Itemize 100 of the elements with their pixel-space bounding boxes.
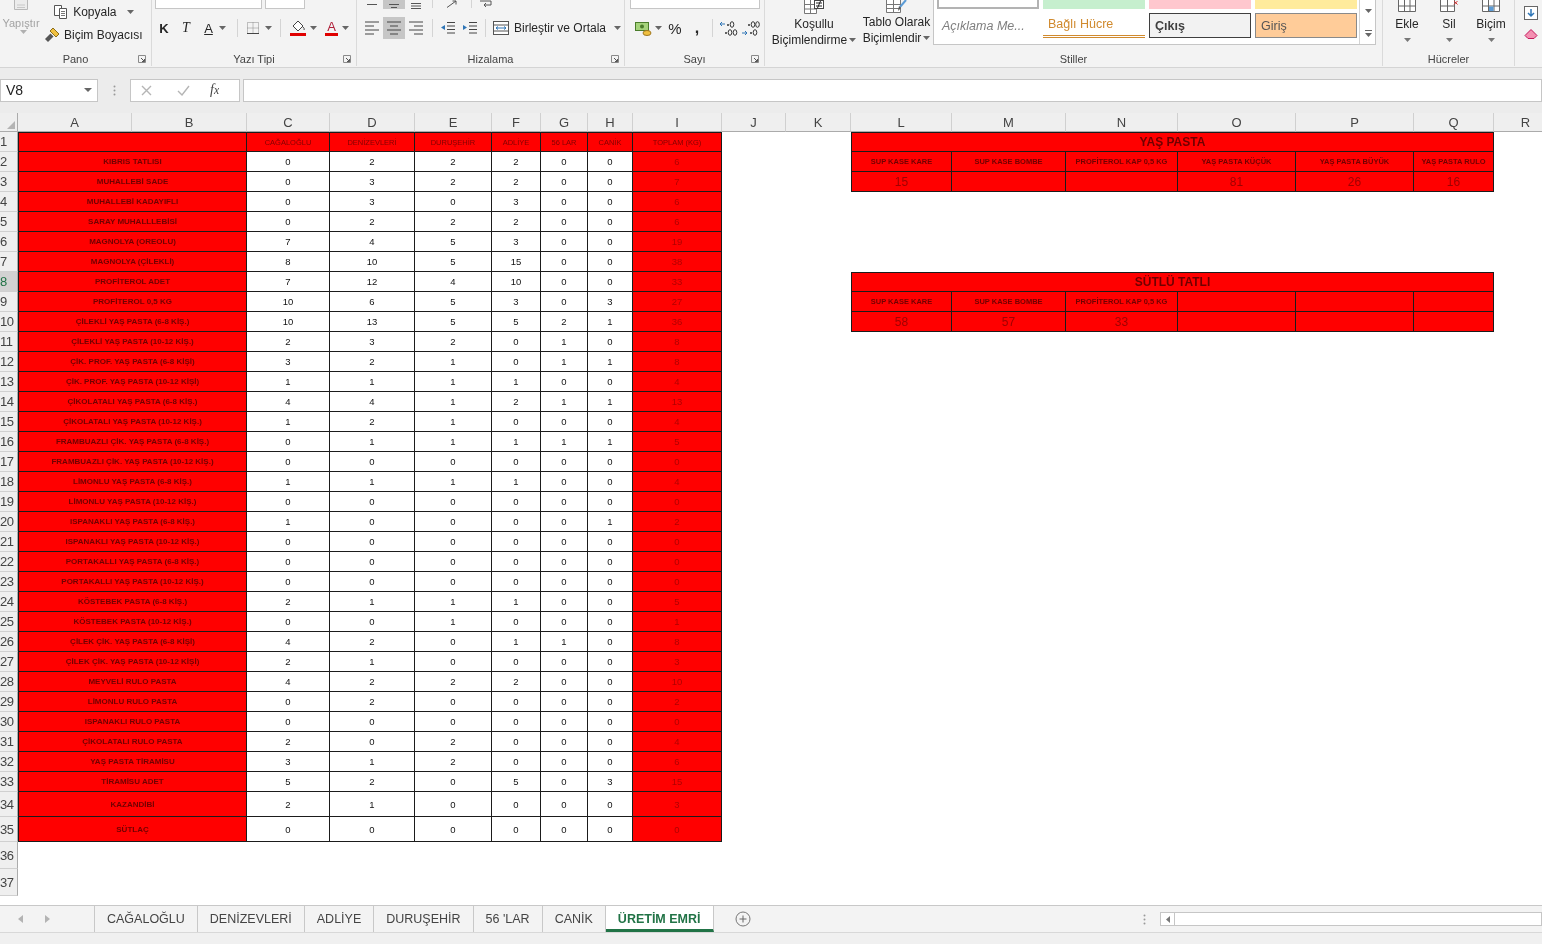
row-header[interactable]: 15 [0, 412, 18, 432]
dialog-launcher-button[interactable] [137, 54, 146, 64]
quantity-cell: 0 [541, 552, 588, 572]
row-header[interactable]: 13 [0, 372, 18, 392]
cell-style-item[interactable]: Açıklama Me... [937, 13, 1039, 38]
column-header[interactable]: D [330, 113, 415, 132]
italic-button[interactable]: T [176, 17, 196, 39]
row-header[interactable]: 28 [0, 672, 18, 692]
copy-button[interactable]: Kopyala [42, 1, 145, 23]
column-header[interactable]: L [851, 113, 952, 132]
row-header[interactable]: 33 [0, 772, 18, 792]
quantity-cell: 3 [588, 772, 633, 792]
font-color-button[interactable]: A [320, 17, 354, 39]
row-header[interactable]: 10 [0, 312, 18, 332]
merge-center-button[interactable]: Birleştir ve Ortala [491, 17, 624, 39]
row-header[interactable]: 34 [0, 792, 18, 817]
row-header[interactable]: 1 [0, 132, 18, 152]
row-header[interactable]: 30 [0, 712, 18, 732]
row-header[interactable]: 18 [0, 472, 18, 492]
font-name-field[interactable] [155, 0, 262, 9]
row-header[interactable]: 4 [0, 192, 18, 212]
cell-style-item[interactable] [1149, 0, 1251, 9]
row-header[interactable]: 26 [0, 632, 18, 652]
dialog-launcher-button[interactable] [342, 54, 351, 64]
column-header[interactable]: M [952, 113, 1066, 132]
quantity-cell: 0 [492, 412, 541, 432]
row-header[interactable]: 32 [0, 752, 18, 772]
row-header[interactable]: 35 [0, 817, 18, 842]
row-header[interactable]: 25 [0, 612, 18, 632]
dialog-launcher-button[interactable] [750, 54, 759, 64]
vertical-align-button[interactable] [383, 0, 405, 9]
column-header[interactable]: O [1178, 113, 1296, 132]
formula-input[interactable] [243, 78, 1542, 102]
column-header[interactable]: Q [1414, 113, 1494, 132]
comma-style-button[interactable]: , [687, 17, 707, 39]
cells-menu-button[interactable]: Biçim [1471, 0, 1511, 44]
row-header[interactable]: 12 [0, 352, 18, 372]
cells-menu-button[interactable]: Sil [1429, 0, 1469, 44]
row-header[interactable]: 16 [0, 432, 18, 452]
product-cell: MAGNOLYA (OREOLU) [18, 232, 247, 252]
column-header[interactable]: K [786, 113, 851, 132]
quantity-cell: 6 [330, 292, 415, 312]
cell-style-item[interactable] [1255, 0, 1357, 9]
row-header[interactable]: 2 [0, 152, 18, 172]
row-header[interactable]: 11 [0, 332, 18, 352]
wrap-text-button[interactable] [477, 0, 495, 9]
font-size-field[interactable] [265, 0, 305, 9]
cell-style-item[interactable]: Çıkış [1149, 13, 1251, 38]
row-header[interactable]: 5 [0, 212, 18, 232]
column-header[interactable]: P [1296, 113, 1414, 132]
row-header[interactable]: 29 [0, 692, 18, 712]
name-box[interactable]: V8 [0, 78, 98, 102]
column-header[interactable]: G [541, 113, 588, 132]
percent-button[interactable]: % [665, 17, 685, 39]
fill-button[interactable] [1524, 6, 1538, 20]
row-header[interactable]: 21 [0, 532, 18, 552]
column-header[interactable]: R [1494, 113, 1542, 132]
total-cell: 6 [633, 192, 722, 212]
cell-style-item[interactable]: Giriş [1255, 13, 1357, 38]
row-header[interactable]: 6 [0, 232, 18, 252]
row-header[interactable]: 31 [0, 732, 18, 752]
row-header[interactable]: 7 [0, 252, 18, 272]
underline-button[interactable]: A [198, 17, 232, 39]
format-painter-button[interactable]: Biçim Boyacısı [42, 24, 145, 46]
row-header[interactable]: 22 [0, 552, 18, 572]
row-header[interactable]: 3 [0, 172, 18, 192]
conditional-formatting-button[interactable]: Koşullu Biçimlendirme [768, 0, 860, 48]
row-header[interactable]: 20 [0, 512, 18, 532]
launcher-icon [342, 55, 351, 63]
column-header[interactable]: B [132, 113, 247, 132]
row-header[interactable]: 17 [0, 452, 18, 472]
row-header[interactable]: 9 [0, 292, 18, 312]
column-header[interactable]: J [722, 113, 786, 132]
dialog-launcher-button[interactable] [610, 54, 619, 64]
bold-button[interactable]: K [154, 17, 174, 39]
quantity-cell: 4 [415, 272, 492, 292]
column-header[interactable]: H [588, 113, 633, 132]
column-header[interactable]: N [1066, 113, 1178, 132]
column-header[interactable]: A [18, 113, 132, 132]
row-header[interactable]: 37 [0, 869, 18, 896]
sheet-tab[interactable]: ÜRETİM EMRİ [605, 906, 714, 932]
column-header[interactable]: C [247, 113, 330, 132]
clear-button[interactable] [1524, 28, 1538, 40]
scroll-left-button[interactable] [1160, 912, 1175, 926]
row-header[interactable]: 14 [0, 392, 18, 412]
row-header[interactable]: 8 [0, 272, 18, 292]
column-header[interactable]: F [492, 113, 541, 132]
format-as-table-button[interactable]: Tablo Olarak Biçimlendir [860, 0, 933, 48]
cell-style-item[interactable] [937, 0, 1039, 9]
check-icon [177, 84, 190, 96]
row-header[interactable]: 24 [0, 592, 18, 612]
row-header[interactable]: 36 [0, 842, 18, 869]
cell-style-item[interactable] [1043, 0, 1145, 9]
row-header[interactable]: 19 [0, 492, 18, 512]
column-header[interactable]: E [415, 113, 492, 132]
number-format-field[interactable] [630, 0, 760, 9]
row-header[interactable]: 23 [0, 572, 18, 592]
column-header[interactable]: I [633, 113, 722, 132]
row-header[interactable]: 27 [0, 652, 18, 672]
cells-menu-button[interactable]: Ekle [1387, 0, 1427, 44]
